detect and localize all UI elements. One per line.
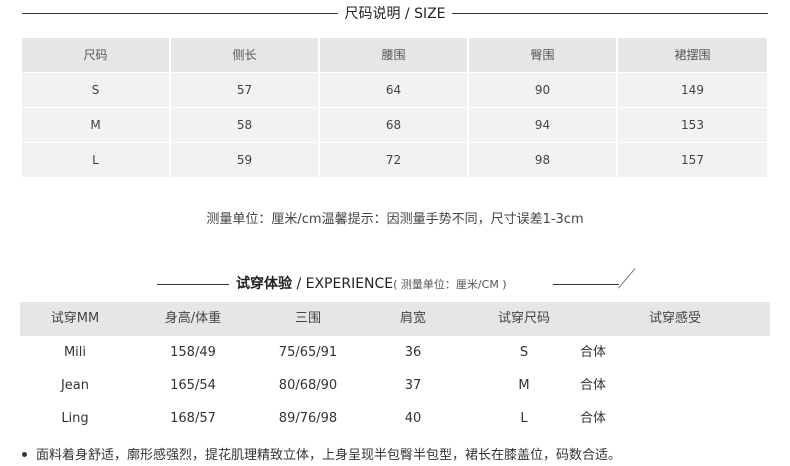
experience-section-title: 试穿体验 / EXPERIENCE( 测量单位：厘米/CM ) (236, 273, 507, 293)
experience-title-cn: 试穿体验 (236, 276, 292, 292)
header-cell: 尺码 (22, 38, 169, 72)
table-cell: L (520, 411, 528, 426)
table-cell: 72 (320, 143, 467, 177)
header-cell: 肩宽 (399, 311, 426, 326)
size-table-header: 尺码 侧长 腰围 臀围 裙摆围 (22, 38, 767, 72)
table-cell: 68 (320, 108, 467, 142)
table-cell: 89/76/98 (278, 411, 338, 426)
experience-title-en: / EXPERIENCE (292, 276, 394, 292)
table-cell: 37 (404, 378, 422, 393)
table-cell: 合体 (580, 378, 607, 393)
table-cell: 149 (618, 73, 767, 107)
header-cell: 三围 (294, 311, 321, 326)
table-cell: 165/54 (170, 378, 216, 393)
table-cell: 158/49 (170, 345, 216, 360)
table-row: Ling 168/57 89/76/98 40 L 合体 (20, 402, 770, 435)
table-cell: 153 (618, 108, 767, 142)
table-cell: 98 (469, 143, 616, 177)
table-cell: Mili (63, 345, 87, 360)
table-cell: 64 (320, 73, 467, 107)
measurement-note: 测量单位：厘米/cm温馨提示：因测量手势不同，尺寸误差1-3cm (206, 212, 584, 227)
header-cell: 臀围 (469, 38, 616, 72)
table-cell: 168/57 (170, 411, 216, 426)
table-cell: L (22, 143, 169, 177)
header-cell: 试穿尺码 (497, 311, 550, 326)
table-cell: 40 (404, 411, 422, 426)
bullet-icon (22, 452, 27, 457)
table-row: Jean 165/54 80/68/90 37 M 合体 (20, 369, 770, 402)
table-cell: 80/68/90 (278, 378, 338, 393)
header-cell: 裙摆围 (618, 38, 767, 72)
table-cell: 94 (469, 108, 616, 142)
header-cell: 身高/体重 (164, 311, 222, 326)
experience-table-header: 试穿MM 身高/体重 三围 肩宽 试穿尺码 试穿感受 (20, 302, 770, 336)
experience-title-right-rule (553, 284, 619, 285)
table-cell: S (519, 345, 529, 360)
table-cell: M (518, 378, 530, 393)
size-section-title: 尺码说明 / SIZE (0, 4, 790, 24)
size-table: 尺码 侧长 腰围 臀围 裙摆围 S 57 64 90 149 M 58 68 9… (22, 38, 767, 178)
table-cell: 157 (618, 143, 767, 177)
table-cell: 合体 (580, 345, 607, 360)
table-row: S 57 64 90 149 (22, 73, 767, 107)
table-cell: 合体 (580, 411, 607, 426)
table-cell: S (22, 73, 169, 107)
table-cell: Ling (61, 411, 89, 426)
table-row: M 58 68 94 153 (22, 108, 767, 142)
table-cell: M (22, 108, 169, 142)
table-cell: 57 (171, 73, 318, 107)
table-cell: Jean (60, 378, 90, 393)
table-cell: 75/65/91 (278, 345, 338, 360)
table-cell: 58 (171, 108, 318, 142)
product-description: 面料着身舒适，廓形感强烈，提花肌理精致立体，上身呈现半包臀半包型，裙长在膝盖位，… (36, 448, 622, 463)
table-row: Mili 158/49 75/65/91 36 S 合体 (20, 336, 770, 369)
experience-title-left-rule (157, 284, 229, 285)
decorative-slash (618, 268, 636, 289)
table-cell: 90 (469, 73, 616, 107)
header-cell: 试穿感受 (648, 311, 701, 326)
experience-title-unit: ( 测量单位：厘米/CM ) (393, 278, 507, 291)
table-cell: 36 (404, 345, 422, 360)
table-cell: 59 (171, 143, 318, 177)
header-cell: 侧长 (171, 38, 318, 72)
table-row: L 59 72 98 157 (22, 143, 767, 177)
header-cell: 试穿MM (50, 311, 100, 326)
header-cell: 腰围 (320, 38, 467, 72)
